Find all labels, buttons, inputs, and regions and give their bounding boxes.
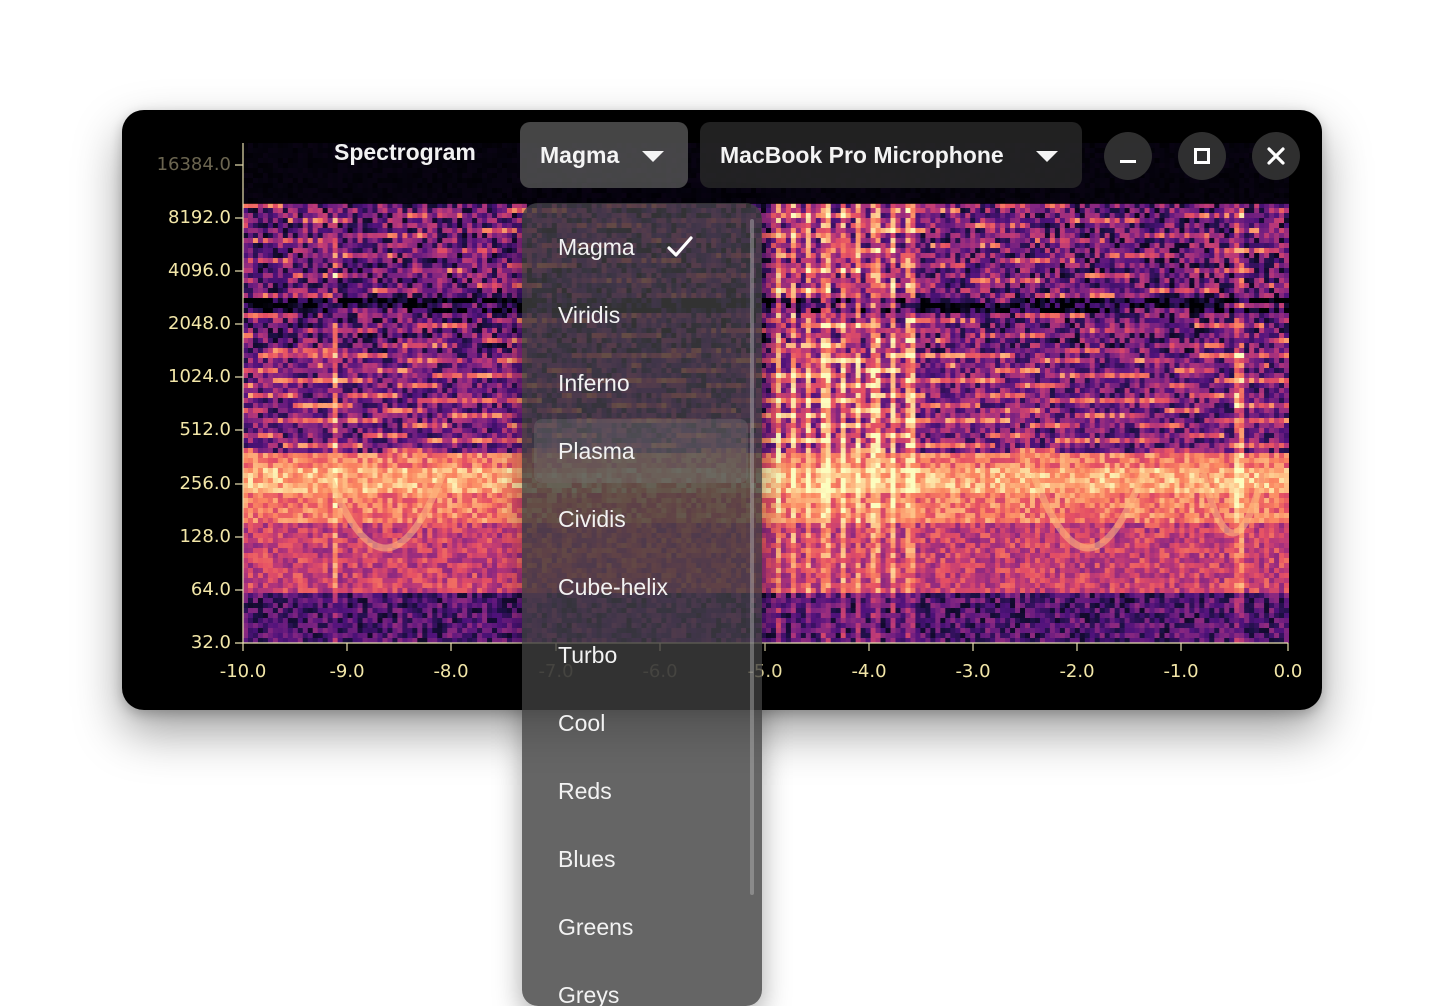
colormap-option-blues[interactable]: Blues (534, 827, 748, 891)
input-device-dropdown-label: MacBook Pro Microphone (720, 142, 1004, 169)
colormap-option-inferno[interactable]: Inferno (534, 351, 748, 415)
colormap-option-label: Reds (558, 778, 612, 804)
y-tick-label: 16384.0 (122, 154, 231, 175)
y-tick-label: 2048.0 (122, 313, 231, 334)
x-tick-label: -1.0 (1141, 661, 1221, 682)
spectrogram-heatmap (243, 143, 1289, 643)
colormap-option-label: Cool (558, 710, 605, 736)
colormap-option-label: Viridis (558, 302, 620, 328)
spectrogram-plot (243, 143, 1289, 643)
x-tick-label: -9.0 (307, 661, 387, 682)
y-tick-label: 32.0 (122, 632, 231, 653)
colormap-option-greens[interactable]: Greens (534, 895, 748, 959)
menu-scrollbar[interactable] (750, 219, 754, 895)
input-device-dropdown[interactable]: MacBook Pro Microphone (700, 122, 1082, 188)
colormap-option-label: Turbo (558, 642, 617, 668)
colormap-option-label: Plasma (558, 438, 635, 464)
y-tick-label: 8192.0 (122, 207, 231, 228)
minimize-button[interactable] (1104, 132, 1152, 180)
x-tick-label: -2.0 (1037, 661, 1117, 682)
colormap-option-greys[interactable]: Greys (534, 963, 748, 1006)
close-icon (1252, 132, 1300, 180)
x-tick-label: -8.0 (411, 661, 491, 682)
colormap-option-reds[interactable]: Reds (534, 759, 748, 823)
chevron-down-icon (1036, 151, 1058, 162)
desktop: Spectrogram Magma MacBook Pro Microphone… (0, 0, 1444, 1006)
colormap-menu: Magma Viridis Inferno Plasma Cividis Cube-hel… (522, 203, 762, 1006)
checkmark-icon (666, 235, 694, 259)
x-tick-label: 0.0 (1248, 661, 1322, 682)
colormap-option-viridis[interactable]: Viridis (534, 283, 748, 347)
y-tick-label: 256.0 (122, 473, 231, 494)
colormap-option-label: Cube-helix (558, 574, 668, 600)
x-tick-label: -4.0 (829, 661, 909, 682)
y-tick-label: 512.0 (122, 419, 231, 440)
colormap-option-cividis[interactable]: Cividis (534, 487, 748, 551)
colormap-option-label: Blues (558, 846, 616, 872)
x-tick-label: -10.0 (203, 661, 283, 682)
colormap-option-label: Greens (558, 914, 633, 940)
y-tick-label: 4096.0 (122, 260, 231, 281)
maximize-icon (1178, 132, 1226, 180)
x-tick-label: -3.0 (933, 661, 1013, 682)
window-title: Spectrogram (334, 139, 476, 166)
colormap-option-label: Inferno (558, 370, 630, 396)
colormap-dropdown[interactable]: Magma (520, 122, 688, 188)
colormap-option-label: Greys (558, 982, 619, 1006)
colormap-dropdown-label: Magma (540, 142, 619, 169)
colormap-option-label: Cividis (558, 506, 626, 532)
maximize-button[interactable] (1178, 132, 1226, 180)
y-tick-label: 64.0 (122, 579, 231, 600)
colormap-option-label: Magma (558, 234, 635, 260)
y-tick-label: 128.0 (122, 526, 231, 547)
colormap-option-turbo[interactable]: Turbo (534, 623, 748, 687)
colormap-option-plasma[interactable]: Plasma (534, 419, 748, 483)
minimize-icon (1104, 132, 1152, 180)
close-button[interactable] (1252, 132, 1300, 180)
colormap-option-cool[interactable]: Cool (534, 691, 748, 755)
colormap-option-magma[interactable]: Magma (534, 215, 748, 279)
chevron-down-icon (642, 151, 664, 162)
colormap-option-cube-helix[interactable]: Cube-helix (534, 555, 748, 619)
y-tick-label: 1024.0 (122, 366, 231, 387)
